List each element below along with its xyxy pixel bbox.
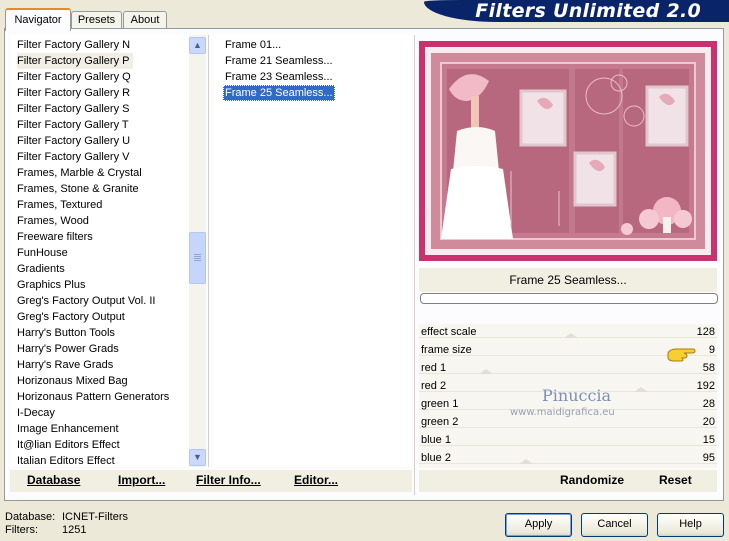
slider-track[interactable] bbox=[419, 445, 717, 446]
category-item[interactable]: Graphics Plus bbox=[17, 277, 85, 293]
param-value: 20 bbox=[702, 416, 715, 428]
param-value: 128 bbox=[696, 326, 715, 338]
category-item[interactable]: Italian Editors Effect bbox=[17, 453, 115, 467]
reset-button[interactable]: Reset bbox=[659, 473, 692, 487]
filter-item[interactable]: Frame 01... bbox=[223, 37, 283, 53]
category-item[interactable]: Filter Factory Gallery N bbox=[17, 37, 130, 53]
category-item[interactable]: FunHouse bbox=[17, 245, 68, 261]
category-item[interactable]: Harry's Button Tools bbox=[17, 325, 115, 341]
scroll-up-icon[interactable]: ▲ bbox=[189, 37, 206, 54]
param-name: frame size bbox=[421, 344, 472, 356]
param-name: green 1 bbox=[421, 398, 459, 410]
param-name: blue 2 bbox=[421, 452, 451, 464]
category-item[interactable]: Freeware filters bbox=[17, 229, 93, 245]
filters-label: Filters: bbox=[5, 524, 38, 536]
slider-knob[interactable] bbox=[479, 369, 493, 374]
filter-item[interactable]: Frame 23 Seamless... bbox=[223, 69, 335, 85]
tab-about[interactable]: About bbox=[123, 11, 167, 29]
database-button[interactable]: Database bbox=[27, 473, 80, 487]
category-list[interactable]: Filter Factory Gallery N Filter Factory G… bbox=[10, 35, 206, 467]
database-label: Database: bbox=[5, 511, 56, 523]
category-item[interactable]: Harry's Power Grads bbox=[17, 341, 119, 357]
slider-knob[interactable] bbox=[634, 387, 648, 392]
category-item[interactable]: Harry's Rave Grads bbox=[17, 357, 113, 373]
slider-track[interactable] bbox=[419, 463, 717, 464]
category-item[interactable]: Horizonaus Pattern Generators bbox=[17, 389, 169, 405]
pointing-hand-icon bbox=[667, 348, 696, 362]
param-name: effect scale bbox=[421, 326, 477, 338]
scroll-down-icon[interactable]: ▼ bbox=[189, 449, 206, 466]
param-value: 9 bbox=[708, 344, 715, 356]
preview-actions-bar: Randomize Reset bbox=[419, 470, 717, 492]
category-item[interactable]: Horizonaus Mixed Bag bbox=[17, 373, 128, 389]
category-item[interactable]: I-Decay bbox=[17, 405, 55, 421]
category-item[interactable]: Filter Factory Gallery T bbox=[17, 117, 129, 133]
tab-navigator[interactable]: Navigator bbox=[5, 8, 71, 31]
param-name: green 2 bbox=[421, 416, 459, 428]
title-banner: Filters Unlimited 2.0 bbox=[424, 0, 729, 22]
category-item[interactable]: Gradients bbox=[17, 261, 65, 277]
filter-name-display: Frame 25 Seamless... bbox=[419, 268, 717, 292]
tab-presets[interactable]: Presets bbox=[71, 11, 122, 29]
preview-image bbox=[419, 41, 717, 261]
param-name: blue 1 bbox=[421, 434, 451, 446]
category-item[interactable]: Frames, Marble & Crystal bbox=[17, 165, 142, 181]
divider bbox=[208, 35, 209, 467]
watermark-name: Pinuccia bbox=[542, 386, 612, 405]
param-value: 192 bbox=[696, 380, 715, 392]
slider-track[interactable] bbox=[419, 373, 717, 374]
scroll-thumb[interactable] bbox=[189, 232, 206, 284]
randomize-button[interactable]: Randomize bbox=[560, 473, 624, 487]
cancel-button[interactable]: Cancel bbox=[581, 513, 648, 537]
param-name: red 2 bbox=[421, 380, 447, 392]
preview-art bbox=[425, 47, 711, 255]
param-slider[interactable]: blue 2 95 bbox=[419, 450, 717, 468]
param-value: 58 bbox=[702, 362, 715, 374]
filter-item[interactable]: Frame 25 Seamless... bbox=[223, 85, 335, 101]
import-button[interactable]: Import... bbox=[118, 473, 165, 487]
filter-list[interactable]: Frame 01... Frame 21 Seamless... Frame 23 … bbox=[214, 35, 412, 467]
progress-bar bbox=[420, 293, 718, 304]
category-scrollbar[interactable]: ▲ ▼ bbox=[189, 35, 206, 467]
filters-count: 1251 bbox=[62, 524, 87, 536]
category-item[interactable]: Frames, Textured bbox=[17, 197, 102, 213]
category-item[interactable]: Filter Factory Gallery R bbox=[17, 85, 130, 101]
list-actions-bar: Database Import... Filter Info... Editor… bbox=[10, 470, 412, 492]
filter-info-button[interactable]: Filter Info... bbox=[196, 473, 261, 487]
category-item[interactable]: It@lian Editors Effect bbox=[17, 437, 120, 453]
param-value: 95 bbox=[702, 452, 715, 464]
slider-knob[interactable] bbox=[519, 459, 533, 464]
category-item[interactable]: Filter Factory Gallery P bbox=[17, 53, 134, 69]
apply-button[interactable]: Apply bbox=[505, 513, 572, 537]
database-value: ICNET-Filters bbox=[62, 511, 128, 523]
param-slider[interactable]: blue 1 15 bbox=[419, 432, 717, 450]
category-item[interactable]: Frames, Stone & Granite bbox=[17, 181, 139, 197]
category-item[interactable]: Filter Factory Gallery Q bbox=[17, 69, 131, 85]
category-item[interactable]: Greg's Factory Output bbox=[17, 309, 125, 325]
app-title: Filters Unlimited 2.0 bbox=[475, 0, 701, 22]
param-name: red 1 bbox=[421, 362, 447, 374]
slider-knob[interactable] bbox=[564, 333, 578, 338]
help-button[interactable]: Help bbox=[657, 513, 724, 537]
category-item[interactable]: Filter Factory Gallery U bbox=[17, 133, 130, 149]
slider-track[interactable] bbox=[419, 427, 717, 428]
category-item[interactable]: Greg's Factory Output Vol. II bbox=[17, 293, 155, 309]
param-value: 15 bbox=[702, 434, 715, 446]
editor-button[interactable]: Editor... bbox=[294, 473, 338, 487]
filter-item[interactable]: Frame 21 Seamless... bbox=[223, 53, 335, 69]
category-item[interactable]: Filter Factory Gallery V bbox=[17, 149, 129, 165]
category-item[interactable]: Filter Factory Gallery S bbox=[17, 101, 129, 117]
category-item[interactable]: Frames, Wood bbox=[17, 213, 89, 229]
watermark-site: www.maidigrafica.eu bbox=[510, 407, 615, 418]
param-value: 28 bbox=[702, 398, 715, 410]
param-slider[interactable]: effect scale 128 bbox=[419, 324, 717, 342]
category-item[interactable]: Image Enhancement bbox=[17, 421, 119, 437]
divider bbox=[414, 35, 415, 495]
